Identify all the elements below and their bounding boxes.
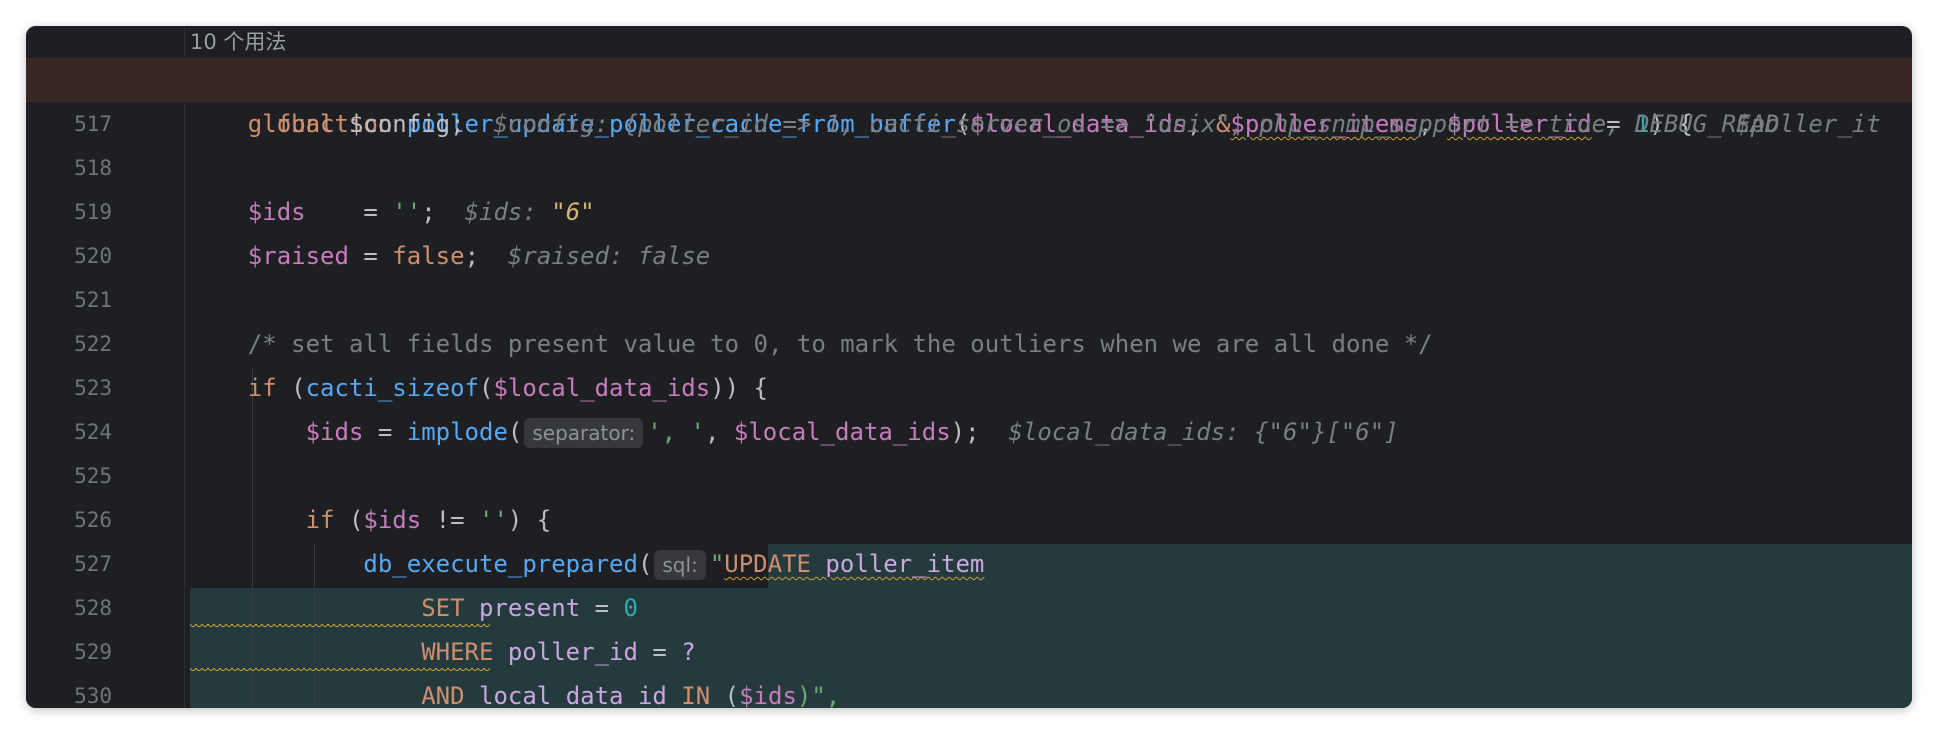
semicolon: ;	[464, 242, 480, 270]
inline-debug-hint: $local_data_ids: {"6"}["6"]	[1008, 418, 1399, 446]
parameter-name-hint: sql:	[654, 550, 706, 580]
close-brace: )) {	[710, 374, 768, 402]
operator: =	[637, 638, 682, 666]
code-line[interactable]: 530 AND local_data_id IN ($ids)",	[26, 674, 1912, 708]
paren: (	[637, 550, 653, 578]
code-line[interactable]: 523 if (cacti_sizeof($local_data_ids)) {	[26, 366, 1912, 410]
sql-keyword-in: IN	[666, 682, 711, 708]
sql-keyword-set: SET	[421, 594, 465, 622]
semicolon: ;	[421, 198, 436, 226]
sql-keyword-where: WHERE	[421, 638, 494, 666]
sql-placeholder: ?	[681, 638, 696, 666]
hint-label: $ids:	[464, 198, 552, 226]
hint-value: "6"	[551, 198, 595, 226]
code-comment: /* set all fields present value to 0, to…	[247, 330, 1433, 358]
function-call-db-execute-prepared[interactable]: db_execute_prepared	[363, 550, 638, 578]
assign: =	[348, 242, 393, 270]
code-line-function[interactable]: function poller_update_poller_cache_from…	[26, 58, 1912, 138]
assign: =	[305, 198, 393, 226]
operator: !=	[421, 506, 479, 534]
string-quote: "	[709, 550, 725, 578]
sql-column: local_data_id	[464, 682, 667, 708]
comma: ,	[705, 418, 734, 446]
code-line[interactable]: 517 global $config; $config: {poller_id …	[26, 102, 1912, 146]
code-line[interactable]: 518	[26, 146, 1912, 190]
parameter-name-hint: separator:	[524, 418, 644, 448]
line-number[interactable]: 523	[26, 366, 112, 410]
sql-column: poller_id	[493, 638, 638, 666]
code-line[interactable]: 526 if ($ids != '') {	[26, 498, 1912, 542]
line-number[interactable]: 519	[26, 190, 112, 234]
inline-debug-hint: $ids: "6"	[465, 198, 595, 226]
keyword-if: if	[305, 506, 335, 534]
code-editor-window: 10 个用法 function poller_update_poller_cac…	[26, 26, 1912, 708]
string-literal: ', '	[647, 418, 705, 446]
variable-ids: $ids	[363, 506, 422, 534]
inline-debug-hint: $config: {poller_id => 1, cacti_server_o…	[493, 110, 1780, 138]
code-line[interactable]: 519 $ids = ''; $ids: "6"	[26, 190, 1912, 234]
line-number[interactable]: 521	[26, 278, 112, 322]
code-line[interactable]: 527 db_execute_prepared(sql: "UPDATE poll…	[26, 542, 1912, 586]
code-line[interactable]: 522 /* set all fields present value to 0…	[26, 322, 1912, 366]
usages-count-link[interactable]: 10 个用法	[190, 26, 286, 58]
keyword-if: if	[247, 374, 277, 402]
function-call-implode[interactable]: implode	[407, 418, 508, 446]
line-number[interactable]: 526	[26, 498, 112, 542]
variable-raised: $raised	[247, 242, 349, 270]
line-number[interactable]: 517	[26, 102, 112, 146]
keyword-global: global	[247, 110, 335, 138]
paren: (	[479, 374, 494, 402]
string-literal: ''	[479, 506, 508, 534]
assign: =	[363, 418, 407, 446]
variable-local-data-ids: $local_data_ids	[493, 374, 711, 402]
line-number[interactable]: 528	[26, 586, 112, 630]
variable-ids: $ids	[739, 682, 797, 708]
line-number[interactable]: 527	[26, 542, 112, 586]
variable-local-data-ids: $local_data_ids	[733, 418, 951, 446]
code-line[interactable]: 520 $raised = false; $raised: false	[26, 234, 1912, 278]
close-brace: ) {	[507, 506, 552, 534]
code-line[interactable]: 521	[26, 278, 1912, 322]
variable-ids: $ids	[247, 198, 306, 226]
keyword-false: false	[392, 242, 465, 270]
line-number[interactable]: 518	[26, 146, 112, 190]
number-literal: 0	[623, 594, 638, 622]
code-line[interactable]: 524 $ids = implode(separator: ', ', $loca…	[26, 410, 1912, 454]
sql-column: present	[464, 594, 581, 622]
line-number[interactable]: 520	[26, 234, 112, 278]
close-paren: );	[950, 418, 980, 446]
line-number[interactable]: 530	[26, 674, 112, 708]
variable-ids: $ids	[305, 418, 364, 446]
sql-table-name: poller_item	[810, 550, 985, 578]
sql-keyword-update: UPDATE	[724, 550, 811, 578]
paren: (	[276, 374, 306, 402]
line-number[interactable]: 529	[26, 630, 112, 674]
code-line[interactable]: 525	[26, 454, 1912, 498]
variable-config: $config;	[334, 110, 465, 138]
paren: (	[507, 418, 523, 446]
string-literal: ''	[392, 198, 422, 226]
line-number[interactable]: 525	[26, 454, 112, 498]
function-call-cacti-sizeof[interactable]: cacti_sizeof	[306, 374, 479, 402]
inline-debug-hint: $raised: false	[507, 242, 711, 270]
line-number[interactable]: 522	[26, 322, 112, 366]
line-number[interactable]: 524	[26, 410, 112, 454]
operator: =	[580, 594, 624, 622]
paren: (	[334, 506, 364, 534]
sql-keyword-and: AND	[421, 682, 465, 708]
paren: (	[710, 682, 740, 708]
string-close: )",	[796, 682, 841, 708]
